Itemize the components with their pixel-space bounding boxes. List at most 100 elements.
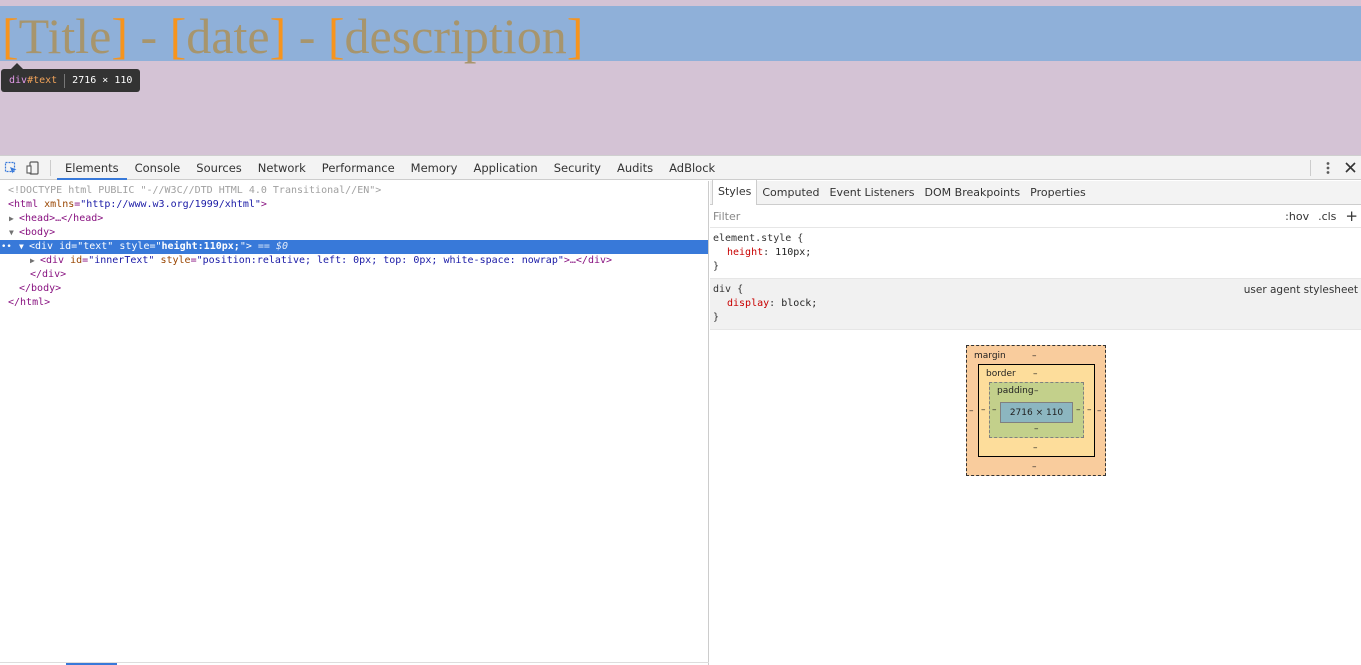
rule-selector: element.style {: [713, 233, 804, 244]
property-name[interactable]: height: [727, 247, 763, 258]
inspect-element-icon[interactable]: [0, 157, 22, 179]
dom-node-body[interactable]: ▼ <body>: [0, 226, 708, 240]
separator: -: [127, 8, 170, 64]
rule-close-brace: }: [713, 261, 720, 272]
margin-right-value[interactable]: –: [1097, 406, 1102, 416]
kebab-menu-icon[interactable]: [1317, 157, 1339, 179]
tab-event-listeners[interactable]: Event Listeners: [825, 181, 920, 205]
tab-application[interactable]: Application: [465, 156, 545, 180]
toolbar-divider: [50, 159, 51, 176]
sidebar-tabs: Styles Computed Event Listeners DOM Brea…: [710, 180, 1361, 205]
tab-elements[interactable]: Elements: [57, 156, 127, 180]
doctype-text: <!DOCTYPE html PUBLIC "-//W3C//DTD HTML …: [8, 185, 382, 196]
box-model-border[interactable]: border – – – – padding – – – – 2716 × 11…: [978, 364, 1095, 457]
dom-node-div-close[interactable]: </div>: [0, 268, 708, 282]
dom-node-body-close[interactable]: </body>: [0, 282, 708, 296]
inner-close-tag: >…</div>: [563, 255, 613, 266]
expand-triangle-icon[interactable]: ▶: [30, 254, 40, 268]
bracket: [: [327, 8, 345, 64]
tab-properties[interactable]: Properties: [1025, 181, 1091, 205]
padding-top-value[interactable]: –: [1034, 386, 1039, 396]
style-property: display: block;: [727, 298, 818, 309]
hover-state-toggle[interactable]: :hov: [1285, 210, 1309, 223]
padding-right-value[interactable]: –: [1076, 405, 1081, 415]
styles-filter-input[interactable]: [713, 209, 1013, 223]
dom-node-doctype[interactable]: <!DOCTYPE html PUBLIC "-//W3C//DTD HTML …: [0, 184, 708, 198]
tab-dom-breakpoints[interactable]: DOM Breakpoints: [920, 181, 1026, 205]
style-property[interactable]: height: 110px;: [713, 246, 1358, 260]
dom-node-div-text[interactable]: •• ▼ <div id="text" style="height:110px;"…: [0, 240, 708, 254]
html-attr-name: xmlns: [44, 199, 75, 210]
tab-memory[interactable]: Memory: [403, 156, 466, 180]
new-style-rule-icon[interactable]: +: [1345, 208, 1358, 224]
box-model-margin[interactable]: margin – – – – border – – – – padding – …: [966, 345, 1106, 476]
inner-id-attr: id: [70, 255, 83, 266]
bracket: ]: [269, 8, 287, 64]
margin-left-value[interactable]: –: [969, 406, 974, 416]
elements-dom-tree: <!DOCTYPE html PUBLIC "-//W3C//DTD HTML …: [0, 181, 709, 665]
device-toolbar-icon[interactable]: [22, 157, 44, 179]
html-close-tag: </html>: [8, 297, 51, 308]
class-toggle[interactable]: .cls: [1318, 210, 1336, 223]
border-label: border: [986, 369, 1016, 379]
devtools-toolbar: Elements Console Sources Network Perform…: [0, 156, 1361, 180]
collapse-triangle-icon[interactable]: ▼: [9, 226, 19, 240]
bracket: [: [169, 8, 187, 64]
div-style-close: ">: [239, 241, 252, 252]
border-right-value[interactable]: –: [1087, 405, 1092, 415]
border-bottom-value[interactable]: –: [1033, 443, 1038, 453]
page-heading-text: [Title] - [date] - [description]: [2, 5, 583, 67]
rule-source: user agent stylesheet: [1243, 284, 1358, 296]
border-left-value[interactable]: –: [981, 405, 986, 415]
div-tag: <div: [29, 241, 54, 252]
margin-bottom-value[interactable]: –: [1032, 462, 1037, 472]
margin-label: margin: [974, 351, 1006, 361]
tab-network[interactable]: Network: [250, 156, 314, 180]
toolbar-right-actions: [1304, 156, 1361, 179]
close-icon[interactable]: [1339, 157, 1361, 179]
devtools-panel: Elements Console Sources Network Perform…: [0, 155, 1361, 665]
padding-bottom-value[interactable]: –: [1034, 424, 1039, 434]
rule-selector: div {: [713, 284, 744, 295]
title-placeholder: Title: [18, 8, 112, 64]
dom-node-html-close[interactable]: </html>: [0, 296, 708, 310]
inner-div-tag: <div: [40, 255, 65, 266]
tab-sources[interactable]: Sources: [188, 156, 250, 180]
toolbar-divider: [1310, 159, 1311, 176]
margin-top-value[interactable]: –: [1032, 351, 1037, 361]
style-rule-element[interactable]: element.style { height: 110px; }: [710, 228, 1361, 279]
tab-performance[interactable]: Performance: [314, 156, 403, 180]
tab-computed[interactable]: Computed: [757, 181, 824, 205]
tab-console[interactable]: Console: [127, 156, 189, 180]
tooltip-arrow: [11, 63, 23, 69]
ellipsis-icon[interactable]: ••: [1, 240, 12, 254]
bracket: [: [2, 8, 19, 64]
bracket: ]: [566, 8, 584, 64]
padding-left-value[interactable]: –: [992, 405, 997, 415]
box-model-content[interactable]: 2716 × 110: [1000, 402, 1073, 423]
dom-node-div-innertext[interactable]: ▶ <div id="innerText" style="position:rel…: [0, 254, 708, 268]
inner-style-value: "position:relative; left: 0px; top: 0px;…: [196, 255, 564, 266]
padding-label: padding: [997, 386, 1034, 396]
dom-node-html[interactable]: <html xmlns="http://www.w3.org/1999/xhtm…: [0, 198, 708, 212]
expand-triangle-icon[interactable]: ▶: [9, 212, 19, 226]
bracket: ]: [111, 8, 128, 64]
inner-id-value: "innerText": [88, 255, 155, 266]
html-attr-value: "http://www.w3.org/1999/xhtml": [80, 199, 261, 210]
tab-adblock[interactable]: AdBlock: [661, 156, 723, 180]
tooltip-size: 2716 × 110: [72, 75, 133, 86]
tab-security[interactable]: Security: [546, 156, 609, 180]
div-close-tag: </div>: [30, 269, 67, 280]
tab-styles[interactable]: Styles: [712, 180, 758, 205]
property-value[interactable]: 110px;: [775, 247, 811, 258]
devtools-tabs: Elements Console Sources Network Perform…: [57, 156, 723, 180]
dom-node-head[interactable]: ▶ <head>…</head>: [0, 212, 708, 226]
border-top-value[interactable]: –: [1033, 369, 1038, 379]
html-tag: <html: [8, 199, 39, 210]
div-id-attr: id: [59, 241, 72, 252]
box-model-padding[interactable]: padding – – – – 2716 × 110: [989, 382, 1084, 438]
collapse-triangle-icon[interactable]: ▼: [19, 240, 29, 254]
property-name: display: [727, 298, 770, 309]
div-style-attr: style: [119, 241, 150, 252]
tab-audits[interactable]: Audits: [609, 156, 661, 180]
